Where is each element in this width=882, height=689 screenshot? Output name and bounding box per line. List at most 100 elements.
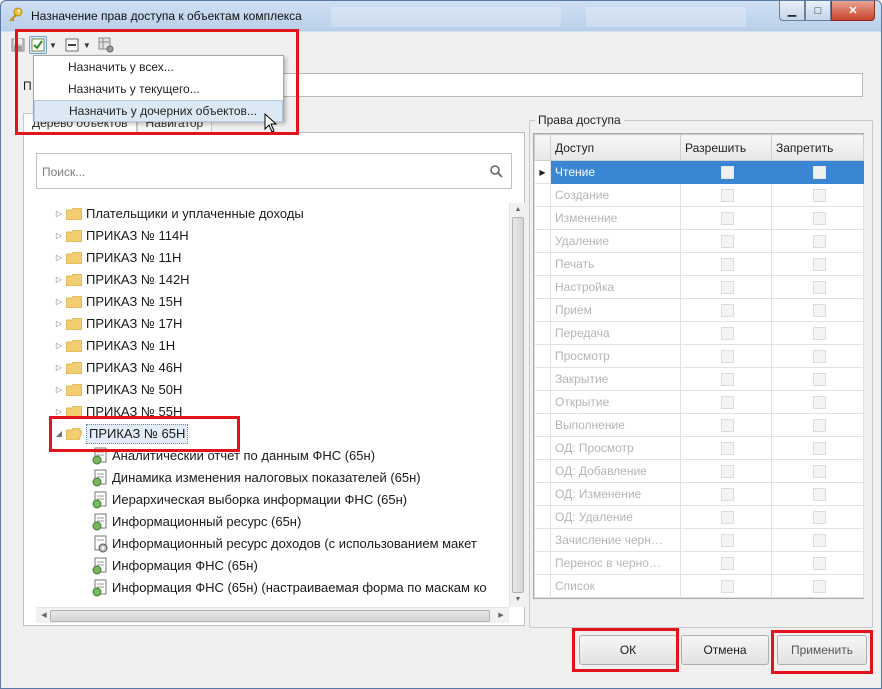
deny-checkbox[interactable] — [812, 349, 826, 363]
expand-arrow-icon[interactable]: ▷ — [54, 379, 64, 401]
deny-checkbox[interactable] — [812, 464, 826, 478]
allow-checkbox[interactable] — [721, 395, 734, 409]
allow-checkbox[interactable] — [721, 234, 734, 248]
search-icon[interactable] — [489, 164, 503, 178]
deny-checkbox[interactable] — [812, 280, 826, 294]
rights-row[interactable]: Прием — [534, 298, 864, 322]
allow-checkbox[interactable] — [721, 441, 734, 455]
deny-checkbox[interactable] — [812, 510, 826, 524]
assign-dropdown-arrow-icon[interactable]: ▼ — [49, 41, 57, 50]
allow-checkbox[interactable] — [721, 510, 734, 524]
column-header-allow[interactable]: Разрешить — [680, 134, 772, 161]
expand-arrow-icon[interactable]: ▷ — [54, 269, 64, 291]
tree-item[interactable]: Иерархическая выборка информации ФНС (65… — [92, 489, 407, 511]
expand-arrow-icon[interactable]: ▷ — [54, 313, 64, 335]
allow-checkbox[interactable] — [721, 556, 734, 570]
deny-checkbox[interactable] — [812, 395, 826, 409]
tree-item[interactable]: ▷ ПРИКАЗ № 114Н — [54, 225, 189, 247]
maximize-button[interactable]: □ — [805, 1, 831, 21]
tree-item[interactable]: Информация ФНС (65н) — [92, 555, 258, 577]
tree-item[interactable]: Аналитический отчет по данным ФНС (65н) — [92, 445, 375, 467]
menu-item-assign-all[interactable]: Назначить у всех... — [34, 56, 283, 78]
allow-checkbox[interactable] — [721, 349, 734, 363]
deny-checkbox[interactable] — [812, 556, 826, 570]
apply-button[interactable]: Применить — [777, 635, 867, 665]
remove-dropdown-arrow-icon[interactable]: ▼ — [83, 41, 91, 50]
search-input[interactable]: Поиск... — [36, 153, 512, 189]
deny-checkbox[interactable] — [812, 188, 826, 202]
deny-checkbox[interactable] — [812, 418, 826, 432]
deny-checkbox[interactable] — [812, 579, 826, 593]
scroll-right-icon[interactable]: ▶ — [493, 609, 509, 623]
rights-row[interactable]: ОД: Удаление — [534, 505, 864, 529]
rights-row[interactable]: Зачисление черн… — [534, 528, 864, 552]
deny-checkbox[interactable] — [812, 533, 826, 547]
rights-row[interactable]: ОД: Добавление — [534, 459, 864, 483]
deny-checkbox[interactable] — [812, 441, 826, 455]
deny-checkbox[interactable] — [812, 211, 826, 225]
allow-checkbox[interactable] — [721, 326, 734, 340]
scroll-down-icon[interactable]: ▼ — [510, 593, 526, 607]
rights-row[interactable]: Передача — [534, 321, 864, 345]
allow-checkbox[interactable] — [721, 188, 734, 202]
assign-rights-button[interactable] — [29, 36, 47, 54]
rights-row[interactable]: Печать — [534, 252, 864, 276]
tree-item-selected[interactable]: ◢ ПРИКАЗ № 65Н — [54, 423, 189, 445]
tree-horizontal-scrollbar[interactable]: ◀ ▶ — [36, 607, 509, 623]
scroll-thumb[interactable] — [512, 217, 524, 593]
close-button[interactable]: ✕ — [831, 1, 875, 21]
rights-row[interactable]: Создание — [534, 183, 864, 207]
save-button[interactable] — [9, 36, 27, 54]
menu-item-assign-current[interactable]: Назначить у текущего... — [34, 78, 283, 100]
rights-row[interactable]: ОД: Изменение — [534, 482, 864, 506]
tree-item[interactable]: ▷ ПРИКАЗ № 17Н — [54, 313, 182, 335]
rights-row[interactable]: Настройка — [534, 275, 864, 299]
tree-item[interactable]: ▷ ПРИКАЗ № 1Н — [54, 335, 175, 357]
scroll-thumb[interactable] — [50, 610, 490, 622]
collapse-arrow-icon[interactable]: ◢ — [54, 423, 64, 445]
rights-row[interactable]: Открытие — [534, 390, 864, 414]
rights-row[interactable]: Удаление — [534, 229, 864, 253]
allow-checkbox[interactable] — [721, 533, 734, 547]
tree-item[interactable]: ▷ ПРИКАЗ № 15Н — [54, 291, 182, 313]
remove-rights-button[interactable] — [63, 36, 81, 54]
title-bar[interactable]: Назначение прав доступа к объектам компл… — [1, 1, 881, 31]
rights-row[interactable]: ОД: Просмотр — [534, 436, 864, 460]
rights-row[interactable]: Изменение — [534, 206, 864, 230]
tree-item[interactable]: ▷ ПРИКАЗ № 50Н — [54, 379, 182, 401]
allow-checkbox[interactable] — [721, 372, 734, 386]
deny-checkbox[interactable] — [812, 372, 826, 386]
allow-checkbox[interactable] — [721, 487, 734, 501]
deny-checkbox[interactable] — [812, 257, 826, 271]
ok-button[interactable]: ОК — [579, 635, 677, 665]
allow-checkbox[interactable] — [721, 165, 734, 179]
object-field[interactable] — [283, 73, 863, 97]
tree-item[interactable]: Информационный ресурс доходов (с использ… — [92, 533, 477, 555]
allow-checkbox[interactable] — [721, 257, 734, 271]
expand-arrow-icon[interactable]: ▷ — [54, 291, 64, 313]
deny-checkbox[interactable] — [812, 487, 826, 501]
allow-checkbox[interactable] — [721, 211, 734, 225]
allow-checkbox[interactable] — [721, 418, 734, 432]
deny-checkbox[interactable] — [812, 234, 826, 248]
rights-row[interactable]: Перенос в черно… — [534, 551, 864, 575]
tree-item[interactable]: ▷ ПРИКАЗ № 46Н — [54, 357, 182, 379]
rights-row[interactable]: Закрытие — [534, 367, 864, 391]
expand-arrow-icon[interactable]: ▷ — [54, 225, 64, 247]
tree-item[interactable]: Информация ФНС (65н) (настраиваемая форм… — [92, 577, 487, 599]
deny-checkbox[interactable] — [812, 165, 826, 179]
rights-row[interactable]: Выполнение — [534, 413, 864, 437]
rights-row[interactable]: Просмотр — [534, 344, 864, 368]
tree-vertical-scrollbar[interactable]: ▲ ▼ — [509, 203, 525, 607]
rights-row[interactable]: Список — [534, 574, 864, 598]
minimize-button[interactable]: ▁ — [779, 1, 805, 21]
tree-item[interactable]: ▷ ПРИКАЗ № 11Н — [54, 247, 181, 269]
deny-checkbox[interactable] — [812, 326, 826, 340]
settings-grid-button[interactable] — [97, 36, 115, 54]
tree-item[interactable]: Информационный ресурс (65н) — [92, 511, 301, 533]
tree-item[interactable]: ▷ Плательщики и уплаченные доходы — [54, 203, 304, 225]
expand-arrow-icon[interactable]: ▷ — [54, 335, 64, 357]
tree-item[interactable]: ▷ ПРИКАЗ № 55Н — [54, 401, 182, 423]
tree-item[interactable]: Динамика изменения налоговых показателей… — [92, 467, 421, 489]
rights-row[interactable]: ▶ Чтение — [534, 160, 864, 184]
